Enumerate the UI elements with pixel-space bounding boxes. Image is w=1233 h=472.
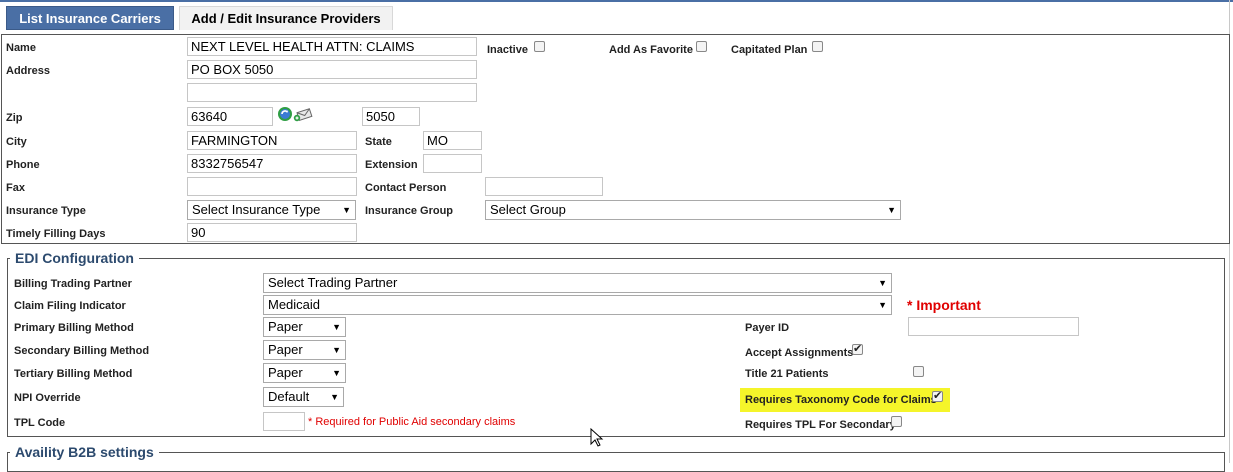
name-label: Name bbox=[6, 42, 36, 54]
address-line2-input[interactable] bbox=[187, 83, 477, 102]
claim-filing-value: Medicaid bbox=[268, 297, 321, 312]
extension-label: Extension bbox=[365, 159, 418, 171]
chevron-down-icon: ▼ bbox=[332, 345, 341, 355]
email-envelope-icon[interactable] bbox=[293, 107, 313, 122]
insurance-type-label: Insurance Type bbox=[6, 205, 86, 217]
city-input[interactable]: FARMINGTON bbox=[187, 131, 357, 150]
npi-override-select[interactable]: Default ▼ bbox=[263, 387, 344, 407]
tpl-required-note: * Required for Public Aid secondary clai… bbox=[308, 416, 516, 428]
accept-assignments-label: Accept Assignments bbox=[745, 347, 854, 359]
zip-label: Zip bbox=[6, 112, 23, 124]
city-label: City bbox=[6, 136, 27, 148]
title21-label: Title 21 Patients bbox=[745, 368, 829, 380]
insurance-group-select[interactable]: Select Group ▼ bbox=[485, 200, 901, 220]
tpl-code-label: TPL Code bbox=[14, 417, 66, 429]
address-line1-input[interactable]: PO BOX 5050 bbox=[187, 60, 477, 79]
trading-partner-value: Select Trading Partner bbox=[268, 275, 398, 290]
capitated-label: Capitated Plan bbox=[731, 44, 808, 56]
contact-person-label: Contact Person bbox=[365, 182, 447, 194]
chevron-down-icon: ▼ bbox=[887, 205, 896, 215]
refresh-icon[interactable] bbox=[277, 106, 293, 122]
chevron-down-icon: ▼ bbox=[878, 278, 887, 288]
inactive-checkbox[interactable] bbox=[534, 41, 545, 52]
inactive-label: Inactive bbox=[487, 44, 528, 56]
timely-filling-label: Timely Filling Days bbox=[6, 228, 106, 240]
availity-b2b-section bbox=[7, 452, 1225, 472]
insurance-group-value: Select Group bbox=[490, 202, 566, 217]
accept-assignments-checkbox[interactable] bbox=[852, 342, 863, 355]
fax-input[interactable] bbox=[187, 177, 357, 196]
chevron-down-icon: ▼ bbox=[332, 368, 341, 378]
address-label: Address bbox=[6, 65, 51, 77]
tertiary-billing-select[interactable]: Paper ▼ bbox=[263, 363, 346, 383]
phone-input[interactable]: 8332756547 bbox=[187, 154, 357, 173]
favorite-label: Add As Favorite bbox=[609, 44, 693, 56]
zip-extension-input[interactable]: 5050 bbox=[362, 107, 420, 126]
mouse-cursor-icon bbox=[590, 427, 604, 448]
title21-checkbox[interactable] bbox=[913, 366, 924, 377]
tpl-code-input[interactable] bbox=[263, 412, 305, 431]
zip-input[interactable]: 63640 bbox=[187, 107, 273, 126]
tpl-secondary-checkbox[interactable] bbox=[891, 416, 902, 427]
trading-partner-select[interactable]: Select Trading Partner ▼ bbox=[263, 273, 892, 293]
name-input[interactable]: NEXT LEVEL HEALTH ATTN: CLAIMS bbox=[187, 37, 477, 56]
tertiary-billing-label: Tertiary Billing Method bbox=[14, 368, 133, 380]
insurance-type-value: Select Insurance Type bbox=[192, 202, 321, 217]
insurance-type-select[interactable]: Select Insurance Type ▼ bbox=[187, 200, 356, 220]
tertiary-billing-value: Paper bbox=[268, 365, 303, 380]
chevron-down-icon: ▼ bbox=[878, 300, 887, 310]
state-label: State bbox=[365, 136, 392, 148]
favorite-checkbox[interactable] bbox=[696, 41, 707, 52]
primary-billing-label: Primary Billing Method bbox=[14, 322, 134, 334]
chevron-down-icon: ▼ bbox=[332, 322, 341, 332]
primary-billing-value: Paper bbox=[268, 319, 303, 334]
primary-billing-select[interactable]: Paper ▼ bbox=[263, 317, 346, 337]
taxonomy-checkbox[interactable] bbox=[932, 389, 943, 402]
claim-filing-label: Claim Filing Indicator bbox=[14, 300, 126, 312]
important-note: * Important bbox=[907, 297, 981, 313]
edi-configuration-legend: EDI Configuration bbox=[10, 250, 139, 266]
claim-filing-select[interactable]: Medicaid ▼ bbox=[263, 295, 892, 315]
secondary-billing-select[interactable]: Paper ▼ bbox=[263, 340, 346, 360]
npi-override-label: NPI Override bbox=[14, 392, 81, 404]
contact-person-input[interactable] bbox=[485, 177, 603, 196]
trading-partner-label: Billing Trading Partner bbox=[14, 278, 132, 290]
capitated-checkbox[interactable] bbox=[812, 41, 823, 52]
taxonomy-label: Requires Taxonomy Code for Claims bbox=[745, 394, 937, 406]
availity-b2b-legend: Availity B2B settings bbox=[10, 444, 159, 460]
tab-list-insurance-carriers[interactable]: List Insurance Carriers bbox=[6, 6, 174, 30]
chevron-down-icon: ▼ bbox=[330, 392, 339, 402]
tpl-secondary-label: Requires TPL For Secondary bbox=[745, 419, 896, 431]
secondary-billing-value: Paper bbox=[268, 342, 303, 357]
payer-id-input[interactable] bbox=[908, 317, 1079, 336]
top-border bbox=[0, 0, 1233, 2]
extension-input[interactable] bbox=[423, 154, 482, 173]
chevron-down-icon: ▼ bbox=[342, 205, 351, 215]
state-input[interactable]: MO bbox=[423, 131, 482, 150]
tab-add-edit-insurance-providers[interactable]: Add / Edit Insurance Providers bbox=[179, 6, 393, 30]
secondary-billing-label: Secondary Billing Method bbox=[14, 345, 150, 357]
payer-id-label: Payer ID bbox=[745, 322, 790, 334]
timely-filling-input[interactable]: 90 bbox=[187, 223, 357, 242]
npi-override-value: Default bbox=[268, 389, 310, 404]
fax-label: Fax bbox=[6, 182, 25, 194]
insurance-group-label: Insurance Group bbox=[365, 205, 454, 217]
phone-label: Phone bbox=[6, 159, 40, 171]
